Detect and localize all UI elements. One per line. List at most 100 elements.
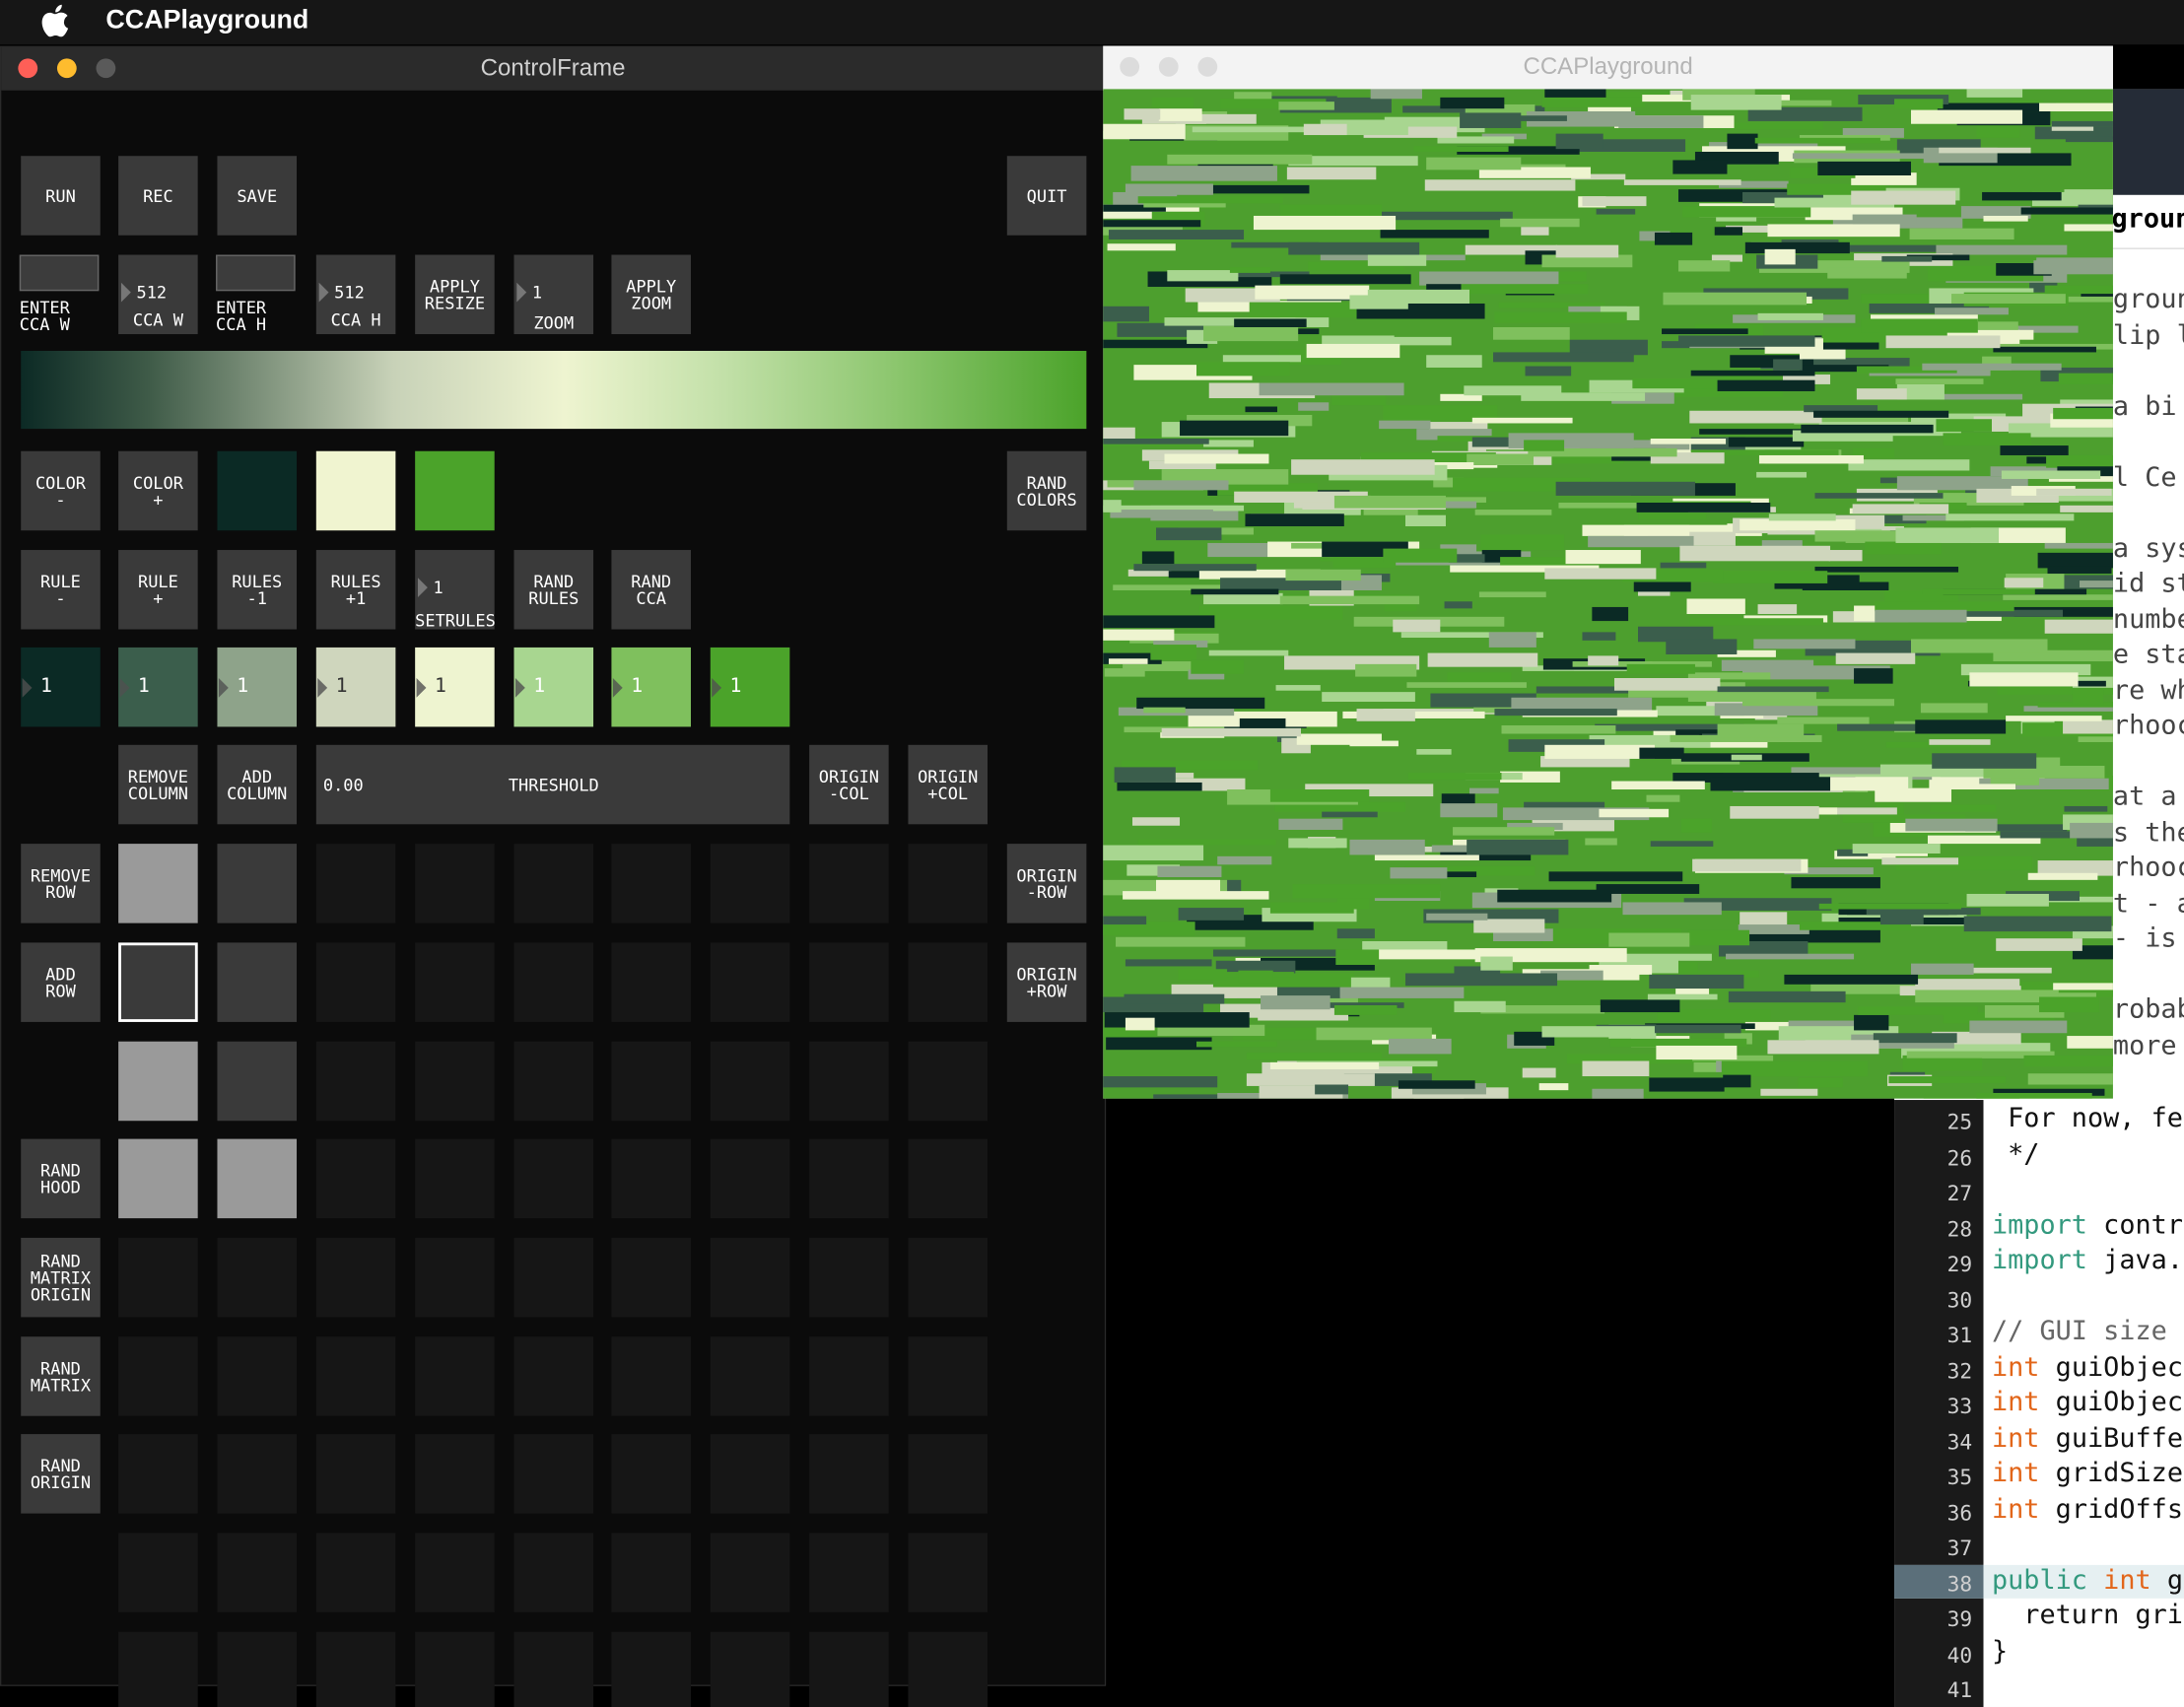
- grid-cell[interactable]: [908, 844, 989, 923]
- add-row-button[interactable]: ADD ROW: [21, 942, 101, 1022]
- grid-cell[interactable]: [710, 1138, 790, 1219]
- code-line[interactable]: public int g: [1992, 1564, 2183, 1595]
- code-line[interactable]: import java.u: [1992, 1245, 2184, 1275]
- grid-cell[interactable]: [710, 1533, 790, 1612]
- grid-cell[interactable]: [513, 1138, 594, 1219]
- code-line[interactable]: int guiObject: [1992, 1351, 2184, 1382]
- add-column-button[interactable]: ADD COLUMN: [217, 744, 298, 825]
- grid-cell[interactable]: [710, 1336, 790, 1416]
- grid-cell[interactable]: [118, 1138, 198, 1219]
- remove-column-button[interactable]: REMOVE COLUMN: [118, 744, 198, 825]
- grid-cell[interactable]: [217, 1336, 298, 1416]
- grid-cell[interactable]: [513, 1631, 594, 1707]
- color-plus-button[interactable]: COLOR +: [118, 450, 198, 531]
- origin-minus-row-button[interactable]: ORIGIN -ROW: [1006, 844, 1087, 923]
- apply-resize-button[interactable]: APPLY RESIZE: [415, 254, 495, 335]
- grid-cell[interactable]: [217, 1237, 298, 1318]
- grid-cell[interactable]: [415, 844, 495, 923]
- app-name[interactable]: CCAPlayground: [105, 6, 308, 36]
- grid-cell[interactable]: [908, 1237, 989, 1318]
- run-button[interactable]: RUN: [21, 156, 101, 236]
- grid-cell[interactable]: [513, 1336, 594, 1416]
- code-line[interactable]: // GUI size v: [1992, 1316, 2184, 1346]
- origin-plus-row-button[interactable]: ORIGIN +ROW: [1006, 942, 1087, 1022]
- grid-cell[interactable]: [908, 1533, 989, 1612]
- grid-cell[interactable]: [710, 1237, 790, 1318]
- rand-hood-button[interactable]: RAND HOOD: [21, 1138, 101, 1219]
- cca-canvas[interactable]: [1103, 89, 2113, 1099]
- zoom-number[interactable]: 1 ZOOM: [513, 254, 594, 335]
- cca-h-input[interactable]: [216, 254, 296, 292]
- rule-value-8[interactable]: 1: [710, 647, 790, 727]
- color-swatch-3[interactable]: [415, 450, 495, 531]
- apple-logo-icon[interactable]: [39, 3, 70, 39]
- enter-cca-h-field[interactable]: ENTER CCA H: [216, 254, 296, 335]
- grid-cell[interactable]: [315, 942, 396, 1022]
- rand-matrix-button[interactable]: RAND MATRIX: [21, 1336, 101, 1416]
- cca-h-number[interactable]: 512 CCA H: [315, 254, 396, 335]
- grid-cell[interactable]: [118, 844, 198, 923]
- grid-cell[interactable]: [809, 1533, 889, 1612]
- grid-cell[interactable]: [415, 1138, 495, 1219]
- rec-button[interactable]: REC: [118, 156, 198, 236]
- grid-cell[interactable]: [809, 1041, 889, 1122]
- grid-cell[interactable]: [809, 1434, 889, 1514]
- grid-cell[interactable]: [118, 1533, 198, 1612]
- editor-tab[interactable]: grounc: [2105, 194, 2184, 249]
- grid-cell[interactable]: [908, 942, 989, 1022]
- rule-minus-button[interactable]: RULE -: [21, 550, 101, 630]
- grid-cell[interactable]: [315, 1631, 396, 1707]
- grid-cell[interactable]: [415, 1041, 495, 1122]
- grid-cell[interactable]: [217, 1138, 298, 1219]
- rule-value-2[interactable]: 1: [118, 647, 198, 727]
- cca-w-number[interactable]: 512 CCA W: [118, 254, 198, 335]
- grid-cell[interactable]: [513, 1533, 594, 1612]
- grid-cell[interactable]: [611, 942, 691, 1022]
- grid-cell[interactable]: [809, 1237, 889, 1318]
- grid-cell[interactable]: [315, 1138, 396, 1219]
- code-line[interactable]: }: [1992, 1635, 2008, 1666]
- rand-colors-button[interactable]: RAND COLORS: [1006, 450, 1087, 531]
- rule-value-3[interactable]: 1: [217, 647, 298, 727]
- rule-plus-button[interactable]: RULE +: [118, 550, 198, 630]
- grid-cell[interactable]: [118, 942, 198, 1022]
- color-swatch-2[interactable]: [315, 450, 396, 531]
- grid-cell[interactable]: [415, 1336, 495, 1416]
- grid-cell[interactable]: [611, 1533, 691, 1612]
- grid-cell[interactable]: [513, 1237, 594, 1318]
- grid-cell[interactable]: [415, 942, 495, 1022]
- rule-value-7[interactable]: 1: [611, 647, 691, 727]
- grid-cell[interactable]: [710, 844, 790, 923]
- grid-cell[interactable]: [809, 1138, 889, 1219]
- control-frame-titlebar[interactable]: ControlFrame: [1, 47, 1105, 93]
- rules-plus-one-button[interactable]: RULES +1: [315, 550, 396, 630]
- code-line[interactable]: int guiObject: [1992, 1387, 2184, 1417]
- grid-cell[interactable]: [809, 844, 889, 923]
- grid-cell[interactable]: [611, 1631, 691, 1707]
- code-line[interactable]: int guiBuffe: [1992, 1422, 2183, 1453]
- grid-cell[interactable]: [908, 1631, 989, 1707]
- origin-plus-col-button[interactable]: ORIGIN +COL: [908, 744, 989, 825]
- grid-cell[interactable]: [118, 1336, 198, 1416]
- grid-cell[interactable]: [710, 1434, 790, 1514]
- grid-cell[interactable]: [809, 1336, 889, 1416]
- grid-cell[interactable]: [908, 1336, 989, 1416]
- rule-value-4[interactable]: 1: [315, 647, 396, 727]
- code-line[interactable]: */: [1992, 1138, 2039, 1169]
- grid-cell[interactable]: [710, 1631, 790, 1707]
- grid-cell[interactable]: [710, 942, 790, 1022]
- grid-cell[interactable]: [513, 1434, 594, 1514]
- grid-cell[interactable]: [118, 1237, 198, 1318]
- color-minus-button[interactable]: COLOR -: [21, 450, 101, 531]
- grid-cell[interactable]: [611, 1041, 691, 1122]
- grid-cell[interactable]: [217, 1631, 298, 1707]
- code-line[interactable]: return grid: [1992, 1600, 2184, 1630]
- rule-value-6[interactable]: 1: [513, 647, 594, 727]
- grid-cell[interactable]: [315, 1336, 396, 1416]
- grid-cell[interactable]: [217, 844, 298, 923]
- origin-minus-col-button[interactable]: ORIGIN -COL: [809, 744, 889, 825]
- grid-cell[interactable]: [315, 1434, 396, 1514]
- grid-cell[interactable]: [611, 844, 691, 923]
- remove-row-button[interactable]: REMOVE ROW: [21, 844, 101, 923]
- rand-origin-button[interactable]: RAND ORIGIN: [21, 1434, 101, 1514]
